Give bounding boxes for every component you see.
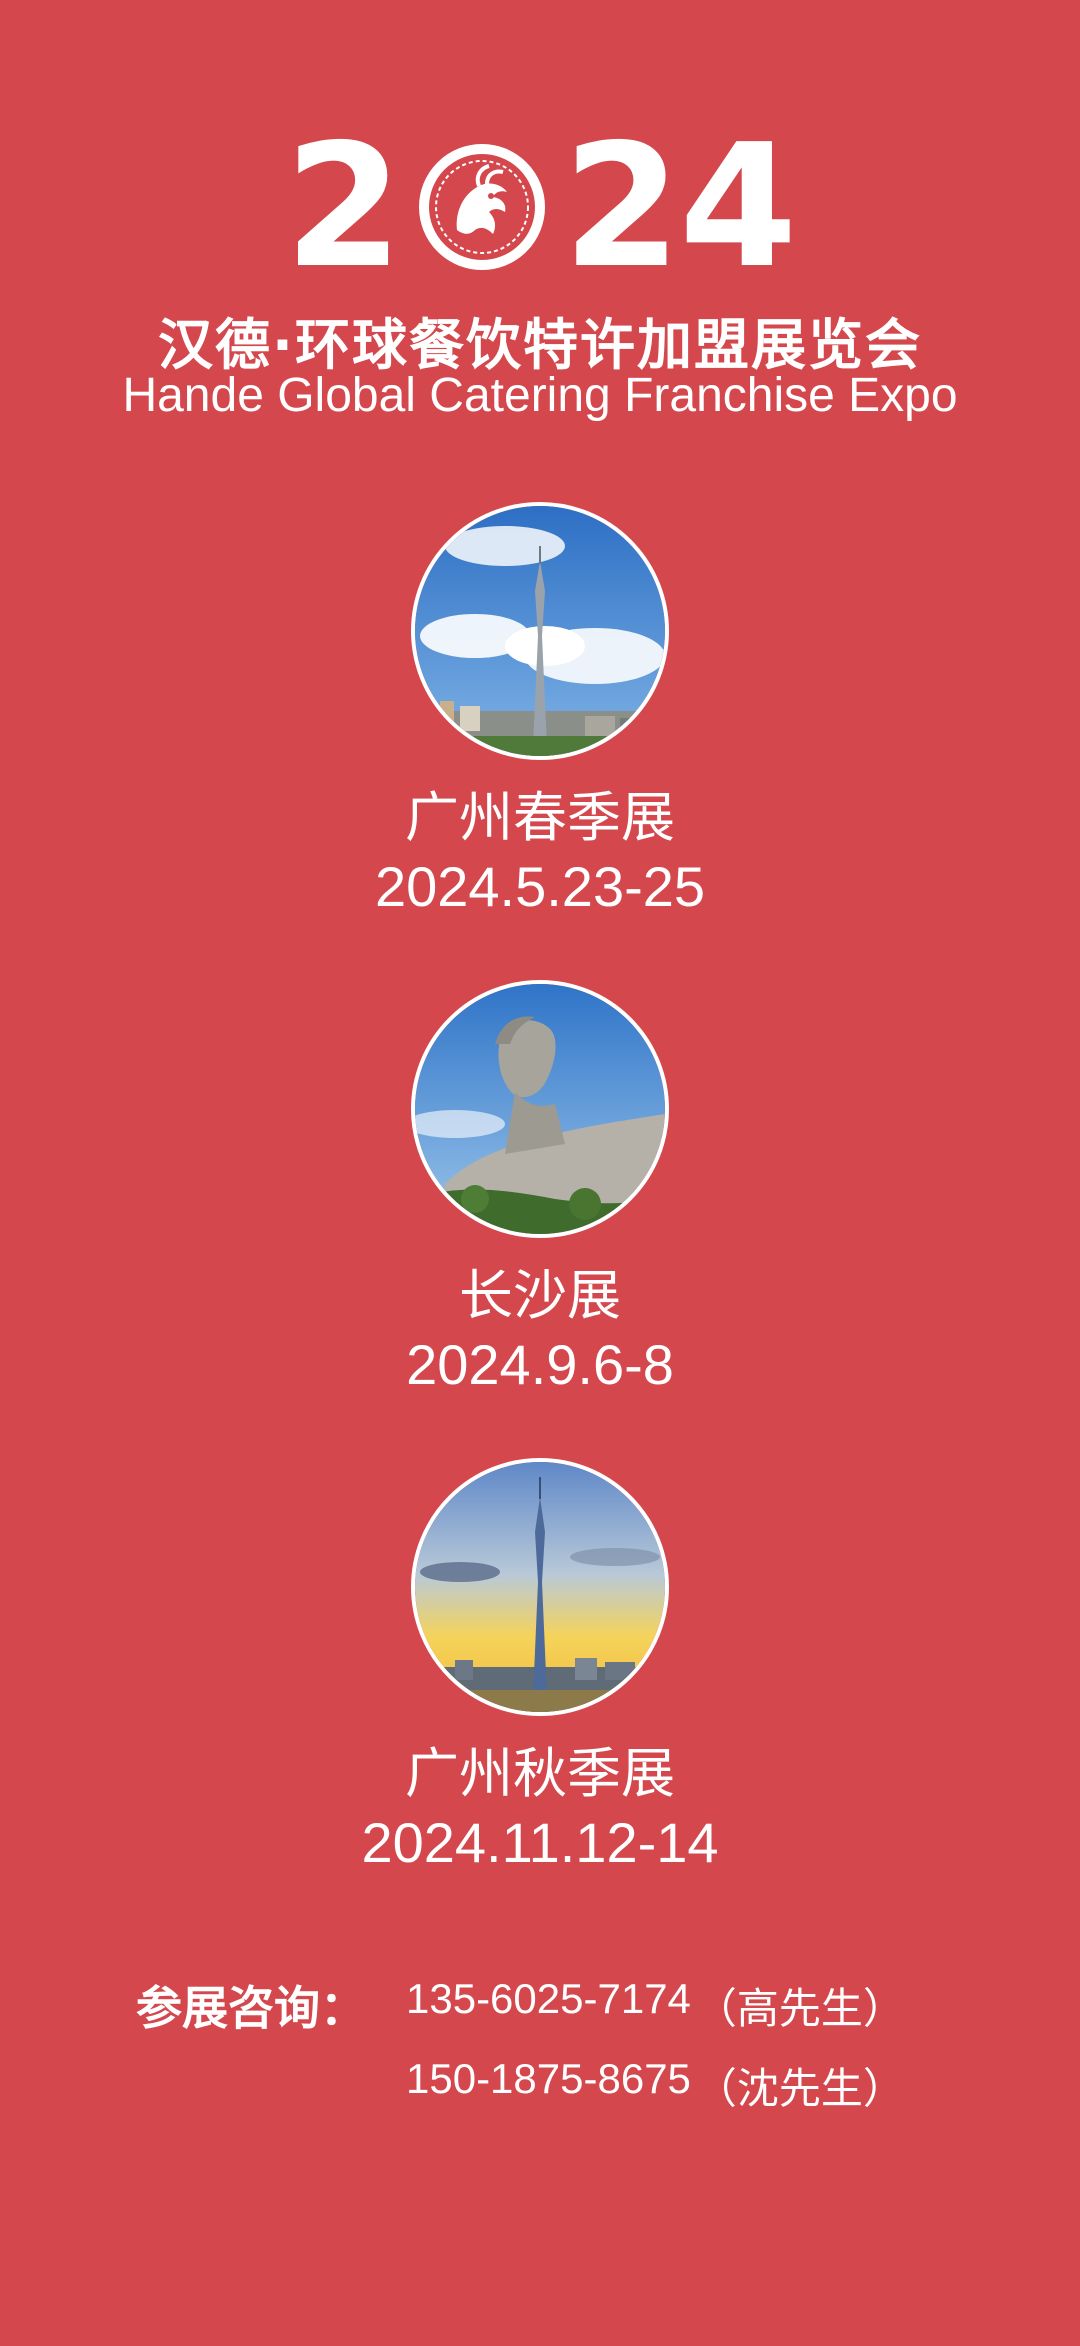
contact-label: 参展咨询：	[136, 1981, 366, 2035]
phone-number: 135-6025-7174	[406, 1974, 691, 2022]
event-guangzhou-spring: 广州春季展 2024.5.23-25	[0, 502, 1080, 920]
expo-title-english: Hande Global Catering Franchise Expo	[122, 369, 958, 422]
event-date: 2024.5.23-25	[374, 855, 706, 918]
year-heading: 2 24	[0, 108, 1080, 306]
event-date: 2024.11.12-14	[361, 1811, 719, 1874]
canton-tower-day-photo	[411, 502, 669, 760]
contact-phone-1[interactable]: 135-6025-7174 （高先生）	[406, 1975, 905, 2036]
canton-tower-sunset-photo	[411, 1458, 669, 1716]
phone-person: （沈先生）	[694, 2064, 905, 2112]
contact-section: 参展咨询： 135-6025-7174 （高先生） 150-1875-8675 …	[136, 1965, 996, 2125]
phone-number: 150-1875-8675	[406, 2054, 691, 2102]
event-guangzhou-autumn: 广州秋季展 2024.11.12-14	[0, 1458, 1080, 1876]
contact-row-2: 150-1875-8675 （沈先生）	[136, 2045, 996, 2125]
phone-person: （高先生）	[694, 1984, 905, 2032]
year-digit-2: 2	[284, 108, 403, 306]
dragon-emblem-icon	[417, 142, 547, 272]
contact-phone-2[interactable]: 150-1875-8675 （沈先生）	[406, 2055, 905, 2116]
young-mao-statue-photo	[411, 980, 669, 1238]
event-changsha: 长沙展 2024.9.6-8	[0, 980, 1080, 1398]
event-name: 广州春季展	[405, 786, 675, 849]
event-name: 长沙展	[459, 1264, 621, 1327]
contact-row-1: 参展咨询： 135-6025-7174 （高先生）	[136, 1965, 996, 2045]
event-name: 广州秋季展	[405, 1742, 675, 1805]
event-date: 2024.9.6-8	[406, 1333, 674, 1396]
year-digits-24: 24	[562, 108, 798, 306]
